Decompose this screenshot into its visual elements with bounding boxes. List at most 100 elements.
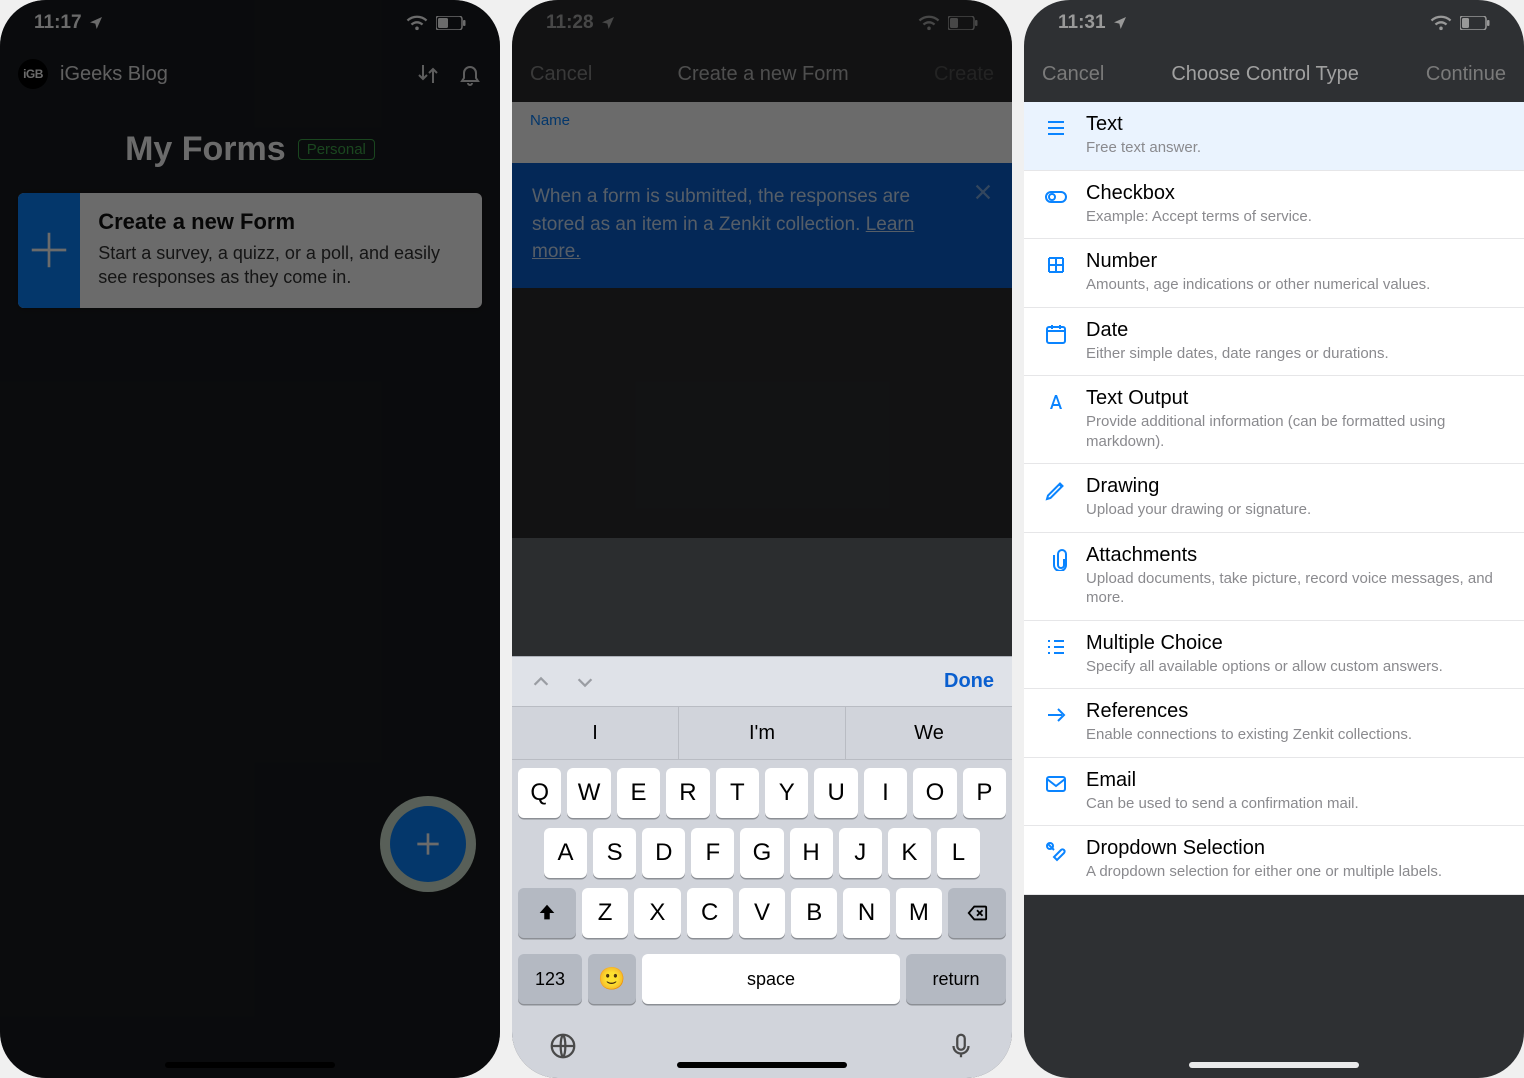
mic-icon[interactable] [946,1031,976,1061]
control-type-icon [1042,546,1070,572]
control-type-icon [1042,477,1070,503]
key-h[interactable]: H [790,828,833,878]
location-arrow-icon [1112,15,1128,31]
name-field-container[interactable]: Name [512,102,1012,163]
key-a[interactable]: A [544,828,587,878]
modal-title: Create a new Form [678,63,849,86]
home-indicator[interactable] [165,1062,335,1068]
chevron-up-icon[interactable] [530,671,552,693]
page-title: My Forms [125,130,286,169]
backspace-key[interactable] [948,888,1006,938]
key-p[interactable]: P [963,768,1006,818]
control-type-date[interactable]: DateEither simple dates, date ranges or … [1024,308,1524,377]
key-c[interactable]: C [687,888,733,938]
workspace-tag: Personal [298,139,375,160]
key-j[interactable]: J [839,828,882,878]
modal-nav: Cancel Choose Control Type Continue [1024,46,1524,102]
continue-button[interactable]: Continue [1426,63,1506,86]
plus-icon [412,828,444,860]
control-type-references[interactable]: ReferencesEnable connections to existing… [1024,689,1524,758]
control-type-icon [1042,184,1070,210]
control-type-desc: A dropdown selection for either one or m… [1086,862,1506,882]
control-type-text-output[interactable]: Text OutputProvide additional informatio… [1024,376,1524,464]
key-s[interactable]: S [593,828,636,878]
space-key[interactable]: space [642,954,900,1004]
key-i[interactable]: I [864,768,907,818]
home-indicator[interactable] [677,1062,847,1068]
key-z[interactable]: Z [582,888,628,938]
control-type-icon [1042,771,1070,797]
modal-title: Choose Control Type [1171,63,1359,86]
emoji-key[interactable]: 🙂 [588,954,636,1004]
location-arrow-icon [600,15,616,31]
wifi-icon [1430,15,1452,31]
cancel-button[interactable]: Cancel [530,63,592,86]
control-type-desc: Either simple dates, date ranges or dura… [1086,344,1506,364]
info-text: When a form is submitted, the responses … [532,186,910,235]
control-type-number[interactable]: NumberAmounts, age indications or other … [1024,239,1524,308]
chevron-down-icon[interactable] [574,671,596,693]
bell-icon[interactable] [458,62,482,86]
suggestion[interactable]: We [846,707,1012,759]
home-indicator[interactable] [1189,1062,1359,1068]
fab-add-button[interactable] [390,806,466,882]
key-v[interactable]: V [739,888,785,938]
workspace-name[interactable]: iGeeks Blog [60,63,168,86]
control-type-attachments[interactable]: AttachmentsUpload documents, take pictur… [1024,533,1524,621]
control-type-title: Text Output [1086,387,1506,410]
key-o[interactable]: O [913,768,956,818]
shift-key[interactable] [518,888,576,938]
control-type-desc: Specify all available options or allow c… [1086,657,1506,677]
key-t[interactable]: T [716,768,759,818]
control-type-title: Email [1086,769,1506,792]
cancel-button[interactable]: Cancel [1042,63,1104,86]
key-m[interactable]: M [896,888,942,938]
close-icon[interactable] [972,181,994,212]
shift-icon [536,902,558,924]
control-type-title: Drawing [1086,475,1506,498]
key-u[interactable]: U [814,768,857,818]
control-type-email[interactable]: EmailCan be used to send a confirmation … [1024,758,1524,827]
keyboard: Done I I'm We QWERTYUIOP ASDFGHJKL ZXCVB… [512,656,1012,1078]
key-k[interactable]: K [888,828,931,878]
wifi-icon [406,15,428,31]
screenshot-1: 11:17 iGB iGeeks Blog My Forms Personal … [0,0,500,1078]
control-type-multiple-choice[interactable]: Multiple ChoiceSpecify all available opt… [1024,621,1524,690]
control-type-text[interactable]: TextFree text answer. [1024,102,1524,171]
key-e[interactable]: E [617,768,660,818]
create-button[interactable]: Create [934,63,994,86]
key-q[interactable]: Q [518,768,561,818]
workspace-avatar[interactable]: iGB [18,59,48,89]
control-type-drawing[interactable]: DrawingUpload your drawing or signature. [1024,464,1524,533]
key-d[interactable]: D [642,828,685,878]
key-w[interactable]: W [567,768,610,818]
control-type-title: Date [1086,319,1506,342]
globe-icon[interactable] [548,1031,578,1061]
keyboard-done-button[interactable]: Done [944,670,994,693]
key-b[interactable]: B [791,888,837,938]
suggestion[interactable]: I [512,707,679,759]
key-y[interactable]: Y [765,768,808,818]
key-x[interactable]: X [634,888,680,938]
key-n[interactable]: N [843,888,889,938]
return-key[interactable]: return [906,954,1006,1004]
create-form-card[interactable]: Create a new Form Start a survey, a quiz… [18,193,482,308]
control-type-dropdown-selection[interactable]: Dropdown SelectionA dropdown selection f… [1024,826,1524,895]
control-type-title: Dropdown Selection [1086,837,1506,860]
control-type-desc: Free text answer. [1086,138,1506,158]
modal-nav: Cancel Create a new Form Create [512,46,1012,102]
control-type-icon [1042,389,1070,415]
key-r[interactable]: R [666,768,709,818]
key-l[interactable]: L [937,828,980,878]
control-type-checkbox[interactable]: CheckboxExample: Accept terms of service… [1024,171,1524,240]
status-bar: 11:17 [0,0,500,46]
numeric-key[interactable]: 123 [518,954,582,1004]
sort-icon[interactable] [416,62,440,86]
suggestion[interactable]: I'm [679,707,846,759]
status-time: 11:17 [34,12,82,34]
screenshot-3: 11:31 Cancel Choose Control Type Continu… [1024,0,1524,1078]
key-f[interactable]: F [691,828,734,878]
key-g[interactable]: G [740,828,783,878]
status-bar: 11:28 [512,0,1012,46]
control-type-icon [1042,321,1070,347]
